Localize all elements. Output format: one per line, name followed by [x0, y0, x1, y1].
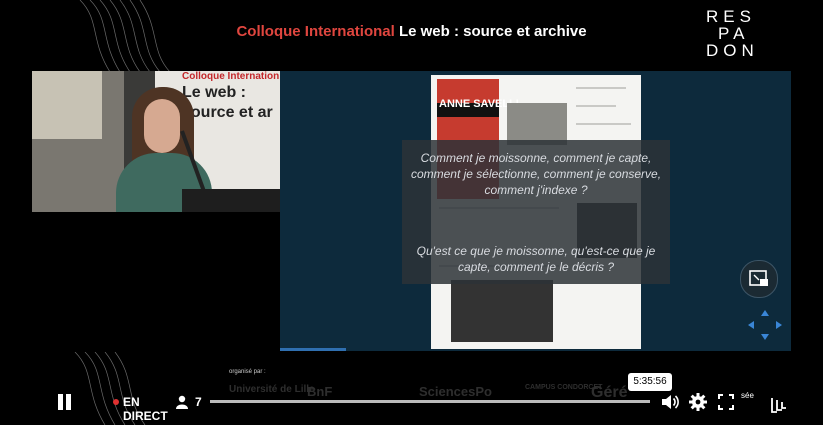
- slide-progress: [280, 348, 346, 351]
- arrows-navigation-icon[interactable]: [746, 308, 784, 342]
- live-indicator-dot: [113, 399, 119, 405]
- picture-in-picture-button[interactable]: [740, 260, 778, 298]
- person-icon: [176, 395, 188, 409]
- logo-line-1: RES: [706, 7, 756, 26]
- board-text-1: Colloque Internation: [182, 71, 280, 82]
- question-text-1: Comment je moissonne, comment je capte, …: [410, 151, 662, 197]
- board-text-2b: source et ar: [182, 104, 273, 121]
- doc-line: [576, 105, 616, 107]
- event-title: Colloque International Le web : source e…: [0, 23, 823, 40]
- doc-image-photo: [451, 280, 553, 342]
- seek-bar-fill: [210, 400, 650, 403]
- sponsor-label: organisé par :: [229, 369, 266, 375]
- logo-line-2: PA: [718, 24, 750, 43]
- speaker-video: Colloque Internation Le web : source et …: [32, 71, 280, 212]
- doc-line: [576, 87, 626, 89]
- doc-image-gallery: [507, 103, 567, 145]
- question-text-2: Qu'est ce que je moissonne, qu'est-ce qu…: [416, 244, 656, 274]
- viewer-count: 7: [195, 395, 202, 409]
- live-label-2: DIRECT: [123, 409, 168, 423]
- time-tooltip: 5:35:56: [628, 373, 672, 391]
- volume-icon[interactable]: [660, 392, 680, 412]
- pause-button[interactable]: [55, 393, 73, 411]
- speaker-face: [144, 99, 180, 153]
- video-background-panel: [32, 71, 102, 139]
- fullscreen-icon[interactable]: [716, 392, 736, 412]
- board-text-2: Le web : source et ar: [182, 83, 273, 123]
- board-text-2a: Le web :: [182, 84, 247, 101]
- lille-logo-icon: [771, 398, 786, 413]
- lectern: [182, 189, 280, 212]
- doc-line: [576, 123, 631, 125]
- live-label-1: EN: [123, 395, 140, 409]
- logo-line-3: DON: [706, 41, 759, 60]
- respadon-logo: RES PA DON: [706, 8, 759, 59]
- event-title-highlight: Colloque International: [236, 23, 395, 40]
- picture-in-picture-icon: [749, 270, 768, 286]
- event-title-rest: Le web : source et archive: [398, 23, 587, 40]
- partial-label: sée: [741, 391, 754, 400]
- gear-icon[interactable]: [688, 392, 708, 412]
- live-badge[interactable]: EN DIRECT: [123, 395, 168, 423]
